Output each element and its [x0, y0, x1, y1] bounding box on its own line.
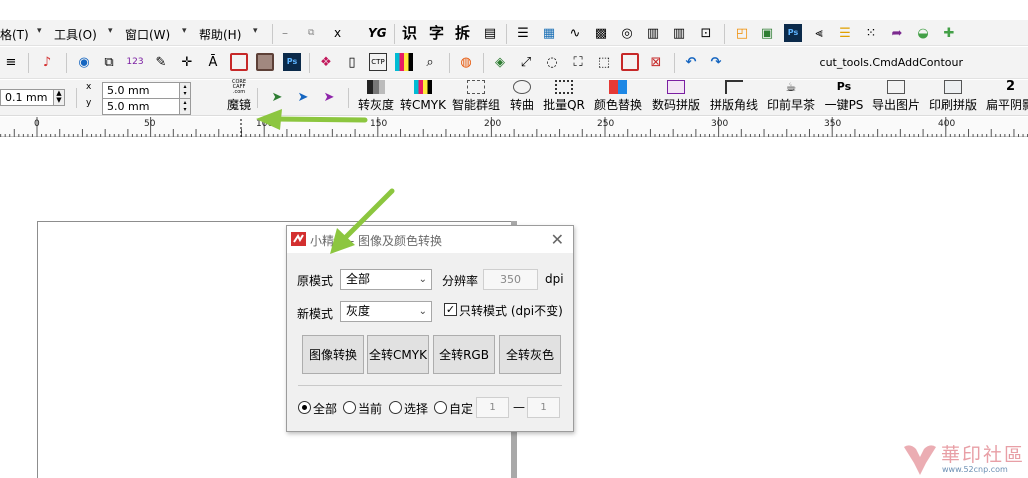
watermark-logo-icon	[904, 445, 936, 475]
arrow-icon	[330, 188, 395, 254]
watermark-url: www.52cnp.com	[942, 465, 1008, 474]
annotation-arrows	[256, 109, 395, 254]
watermark-text: 華印社區	[941, 444, 1026, 466]
arrow-icon	[256, 109, 368, 130]
